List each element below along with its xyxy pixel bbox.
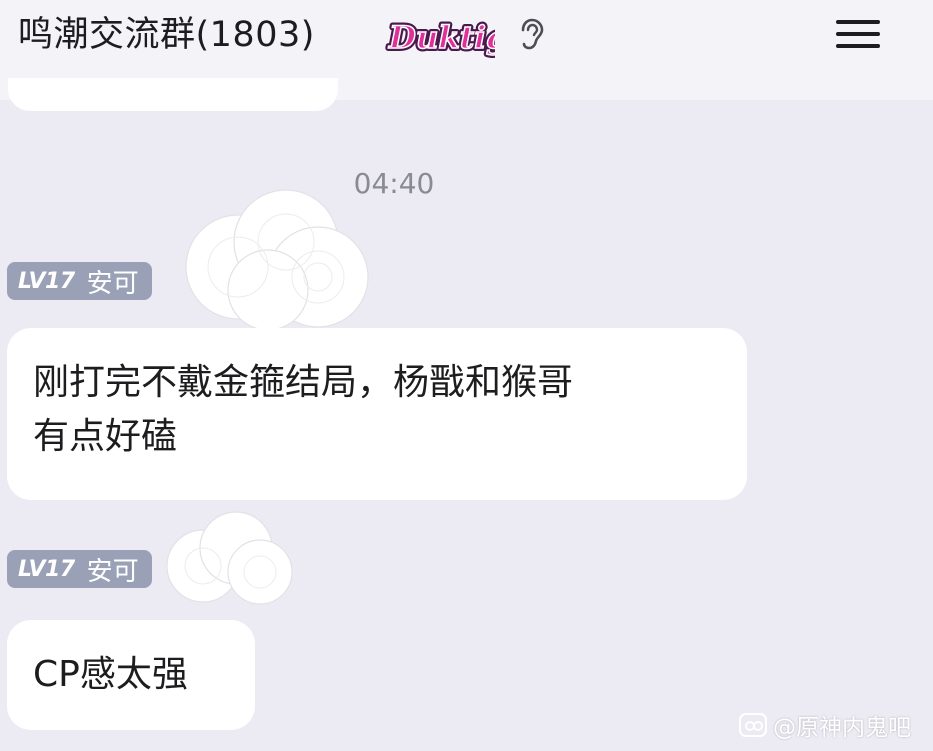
watermark-text: @原神内鬼吧	[773, 715, 911, 741]
group-title: 鸣潮交流群(1803)	[18, 15, 315, 55]
hamburger-menu-icon[interactable]	[828, 10, 888, 58]
message-text-line: CP感太强	[33, 654, 188, 695]
level-label: LV17	[18, 268, 75, 294]
previous-message-bubble	[8, 78, 338, 111]
ear-icon[interactable]	[514, 17, 548, 51]
message-text-line: 有点好磕	[33, 416, 178, 457]
sender-level-badge[interactable]: LV17 安可	[7, 262, 152, 300]
redaction-scribble	[166, 511, 293, 605]
weibo-logo-icon	[739, 713, 767, 737]
sender-name: 安可	[86, 556, 139, 587]
watermark: @原神内鬼吧	[738, 708, 911, 742]
message-text-line: 刚打完不戴金箍结局，杨戬和猴哥	[33, 362, 574, 403]
sender-level-badge[interactable]: LV17 安可	[7, 550, 152, 588]
brand-badge-text: Duktig	[388, 20, 495, 56]
brand-badge: Duktig Duktig	[385, 17, 495, 59]
level-label: LV17	[18, 556, 75, 582]
redaction-scribble	[185, 189, 369, 331]
sender-name: 安可	[86, 268, 139, 299]
message-timestamp: 04:40	[353, 167, 435, 200]
message-bubble[interactable]: CP感太强	[7, 620, 255, 730]
message-bubble[interactable]: 刚打完不戴金箍结局，杨戬和猴哥 有点好磕	[7, 328, 747, 500]
